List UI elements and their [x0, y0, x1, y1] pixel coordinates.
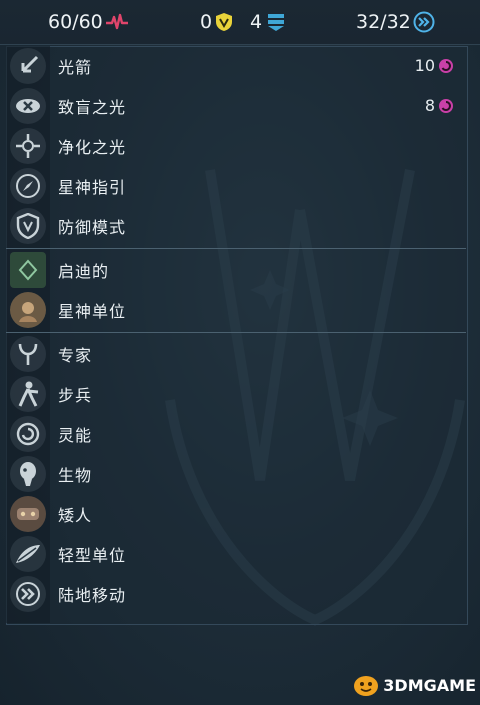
eye-icon	[10, 88, 46, 124]
faction-label: 启迪的	[58, 262, 110, 281]
trait-row-land-movement[interactable]: 陆地移动	[6, 574, 466, 614]
armor-stat: 4	[250, 10, 285, 34]
purify-icon	[10, 128, 46, 164]
trait-row-psychic[interactable]: 灵能	[6, 414, 466, 454]
shield-icon	[10, 208, 46, 244]
health-value: 60/60	[48, 11, 103, 33]
movement-icon	[413, 11, 435, 33]
trait-row-dwarf[interactable]: 矮人	[6, 494, 466, 534]
site-watermark: 3DMGAME	[351, 673, 476, 697]
trait-row-specialist[interactable]: 专家	[6, 334, 466, 374]
ability-label: 星神指引	[58, 178, 127, 197]
trait-row-infantry[interactable]: 步兵	[6, 374, 466, 414]
ability-cost: 8	[425, 96, 454, 115]
ability-row-defensive-mode[interactable]: 防御模式	[6, 206, 466, 246]
ability-row-purifying-light[interactable]: 净化之光	[6, 126, 466, 166]
shield-value: 0	[200, 11, 213, 33]
cost-value: 10	[414, 56, 435, 75]
psionic-icon	[439, 58, 453, 73]
trait-label: 轻型单位	[58, 546, 127, 565]
ability-row-light-arrow[interactable]: 光箭 10	[6, 46, 466, 86]
dwarf-icon	[10, 496, 46, 532]
movement-stat: 32/32	[356, 10, 435, 34]
ability-row-celestial-guidance[interactable]: 星神指引	[6, 166, 466, 206]
section-divider	[6, 332, 466, 333]
ability-row-blinding-light[interactable]: 致盲之光 8	[6, 86, 466, 126]
trait-label: 步兵	[58, 386, 93, 405]
heartbeat-icon	[105, 13, 128, 30]
ability-label: 防御模式	[58, 218, 127, 237]
infantry-icon	[10, 376, 46, 412]
mascot-logo-icon	[354, 676, 379, 696]
ability-cost: 10	[415, 56, 454, 75]
light-unit-icon	[10, 536, 46, 572]
trait-label: 灵能	[58, 426, 93, 445]
trait-row-biological[interactable]: 生物	[6, 454, 466, 494]
faction-label: 星神单位	[58, 302, 127, 321]
biological-icon	[10, 456, 46, 492]
trait-label: 专家	[58, 346, 93, 365]
psionic-icon	[439, 98, 453, 113]
shield-stat: 0	[200, 10, 234, 34]
unit-stats-bar: 60/60 0 4 32/32	[0, 0, 480, 45]
psychic-icon	[10, 416, 46, 452]
cost-value: 8	[424, 96, 435, 115]
watermark-text: 3DMGAME	[383, 675, 476, 695]
celestial-icon	[10, 292, 46, 328]
ability-label: 净化之光	[58, 138, 127, 157]
trait-row-light-unit[interactable]: 轻型单位	[6, 534, 466, 574]
faction-row-enlightened[interactable]: 启迪的	[6, 250, 466, 290]
section-divider	[6, 248, 466, 249]
ability-label: 致盲之光	[58, 98, 127, 117]
enlightened-icon	[10, 252, 46, 288]
specialist-icon	[10, 336, 46, 372]
trait-label: 陆地移动	[58, 586, 127, 605]
trait-label: 生物	[58, 466, 93, 485]
ability-label: 光箭	[58, 58, 93, 77]
movement-value: 32/32	[356, 11, 411, 33]
shield-icon	[216, 13, 233, 31]
faction-row-celestial-unit[interactable]: 星神单位	[6, 290, 466, 330]
arrow-icon	[10, 48, 46, 84]
land-move-icon	[10, 576, 46, 612]
armor-icon	[268, 14, 285, 31]
health-stat: 60/60	[48, 10, 129, 34]
trait-label: 矮人	[58, 506, 93, 525]
armor-value: 4	[250, 11, 263, 33]
compass-icon	[10, 168, 46, 204]
